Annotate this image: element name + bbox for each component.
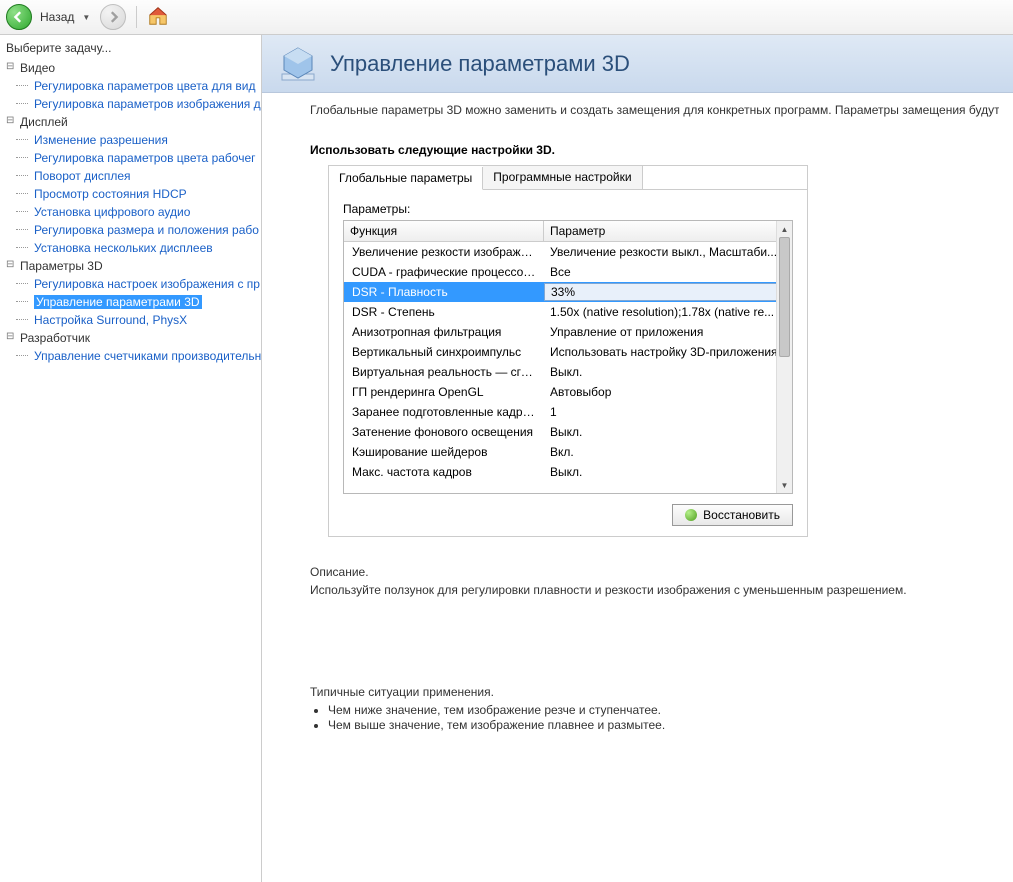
cell-value[interactable]: Использовать настройку 3D-приложения [544, 345, 792, 359]
cell-function: Кэширование шейдеров [344, 445, 544, 459]
cell-value[interactable]: Выкл. [544, 365, 792, 379]
settings-grid: Функция Параметр Увеличение резкости изо… [343, 220, 793, 494]
grid-scrollbar[interactable]: ▲ ▼ [776, 221, 792, 493]
cell-function: Виртуальная реальность — сглаживан... [344, 365, 544, 379]
params-label: Параметры: [343, 202, 793, 216]
col-parameter[interactable]: Параметр [544, 221, 792, 241]
tree-category[interactable]: Видео [6, 59, 261, 77]
tree-item[interactable]: Регулировка параметров изображения д [6, 95, 261, 113]
cell-function: Вертикальный синхроимпульс [344, 345, 544, 359]
table-row[interactable]: ГП рендеринга OpenGLАвтовыбор [344, 382, 792, 402]
cell-function: Затенение фонового освещения [344, 425, 544, 439]
tree-item[interactable]: Поворот дисплея [6, 167, 261, 185]
table-row[interactable]: DSR - Степень1.50x (native resolution);1… [344, 302, 792, 322]
grid-header: Функция Параметр [344, 221, 792, 242]
tree-item[interactable]: Регулировка размера и положения рабо [6, 221, 261, 239]
banner-icon [278, 44, 318, 84]
nvidia-icon [685, 509, 697, 521]
scroll-up-icon[interactable]: ▲ [777, 221, 792, 237]
table-row[interactable]: Вертикальный синхроимпульсИспользовать н… [344, 342, 792, 362]
list-item: Чем ниже значение, тем изображение резче… [328, 703, 999, 717]
cell-value[interactable]: 1 [544, 405, 792, 419]
tree-category[interactable]: Параметры 3D [6, 257, 261, 275]
restore-label: Восстановить [703, 508, 780, 522]
cell-value[interactable]: Управление от приложения [544, 325, 792, 339]
cell-value[interactable]: Автовыбор [544, 385, 792, 399]
typical-title: Типичные ситуации применения. [310, 685, 999, 699]
table-row[interactable]: DSR - Плавность33% [344, 282, 792, 302]
home-button[interactable] [147, 5, 169, 30]
page-title: Управление параметрами 3D [330, 51, 630, 77]
cell-value[interactable]: 1.50x (native resolution);1.78x (native … [544, 305, 792, 319]
tree-category[interactable]: Разработчик [6, 329, 261, 347]
description-title: Описание. [310, 565, 999, 579]
typical-block: Типичные ситуации применения. Чем ниже з… [310, 685, 999, 732]
table-row[interactable]: Увеличение резкости изображенияУвеличени… [344, 242, 792, 262]
task-tree: ВидеоРегулировка параметров цвета для ви… [6, 59, 261, 365]
cell-function: Макс. частота кадров [344, 465, 544, 479]
intro-text: Глобальные параметры 3D можно заменить и… [310, 103, 999, 117]
table-row[interactable]: Виртуальная реальность — сглаживан...Вык… [344, 362, 792, 382]
description-block: Описание. Используйте ползунок для регул… [310, 565, 999, 597]
main-panel: Управление параметрами 3D Глобальные пар… [262, 35, 1013, 882]
cell-value[interactable]: Выкл. [544, 425, 792, 439]
tree-item[interactable]: Регулировка настроек изображения с пр [6, 275, 261, 293]
tree-item[interactable]: Просмотр состояния HDCP [6, 185, 261, 203]
banner: Управление параметрами 3D [262, 35, 1013, 93]
tree-item[interactable]: Установка нескольких дисплеев [6, 239, 261, 257]
table-row[interactable]: Анизотропная фильтрацияУправление от при… [344, 322, 792, 342]
cell-value[interactable]: 33% [544, 283, 792, 301]
settings-panel: Параметры: Функция Параметр Увеличение р… [328, 190, 808, 537]
cell-function: DSR - Плавность [344, 285, 544, 299]
sidebar: Выберите задачу... ВидеоРегулировка пара… [0, 35, 262, 882]
table-row[interactable]: Затенение фонового освещенияВыкл. [344, 422, 792, 442]
tree-item[interactable]: Регулировка параметров цвета рабочег [6, 149, 261, 167]
table-row[interactable]: Макс. частота кадровВыкл. [344, 462, 792, 482]
tree-category[interactable]: Дисплей [6, 113, 261, 131]
cell-value[interactable]: Вкл. [544, 445, 792, 459]
cell-value[interactable]: Все [544, 265, 792, 279]
cell-function: ГП рендеринга OpenGL [344, 385, 544, 399]
tab-global[interactable]: Глобальные параметры [329, 167, 483, 190]
tree-item[interactable]: Установка цифрового аудио [6, 203, 261, 221]
description-text: Используйте ползунок для регулировки пла… [310, 583, 999, 597]
table-row[interactable]: CUDA - графические процессорыВсе [344, 262, 792, 282]
scroll-thumb[interactable] [779, 237, 790, 357]
back-dropdown-icon[interactable]: ▼ [82, 13, 90, 22]
tree-item[interactable]: Управление параметрами 3D [6, 293, 261, 311]
cell-value[interactable]: Увеличение резкости выкл., Масштаби... [544, 245, 792, 259]
cell-function: Заранее подготовленные кадры вирту... [344, 405, 544, 419]
cell-function: Анизотропная фильтрация [344, 325, 544, 339]
back-label: Назад [40, 10, 74, 24]
tree-item[interactable]: Изменение разрешения [6, 131, 261, 149]
cell-function: Увеличение резкости изображения [344, 245, 544, 259]
cell-function: CUDA - графические процессоры [344, 265, 544, 279]
toolbar-separator [136, 6, 137, 28]
table-row[interactable]: Заранее подготовленные кадры вирту...1 [344, 402, 792, 422]
tabs: Глобальные параметры Программные настрой… [328, 165, 808, 190]
list-item: Чем выше значение, тем изображение плавн… [328, 718, 999, 732]
tree-item[interactable]: Регулировка параметров цвета для вид [6, 77, 261, 95]
toolbar: Назад ▼ [0, 0, 1013, 35]
table-row[interactable]: Кэширование шейдеровВкл. [344, 442, 792, 462]
forward-button [100, 4, 126, 30]
cell-value[interactable]: Выкл. [544, 465, 792, 479]
sidebar-title: Выберите задачу... [6, 41, 261, 55]
col-function[interactable]: Функция [344, 221, 544, 241]
back-button[interactable] [6, 4, 32, 30]
restore-button[interactable]: Восстановить [672, 504, 793, 526]
panel-title: Использовать следующие настройки 3D. [310, 143, 999, 157]
tree-item[interactable]: Управление счетчиками производительн [6, 347, 261, 365]
cell-function: DSR - Степень [344, 305, 544, 319]
tree-item[interactable]: Настройка Surround, PhysX [6, 311, 261, 329]
scroll-down-icon[interactable]: ▼ [777, 477, 792, 493]
tab-program[interactable]: Программные настройки [483, 166, 642, 189]
